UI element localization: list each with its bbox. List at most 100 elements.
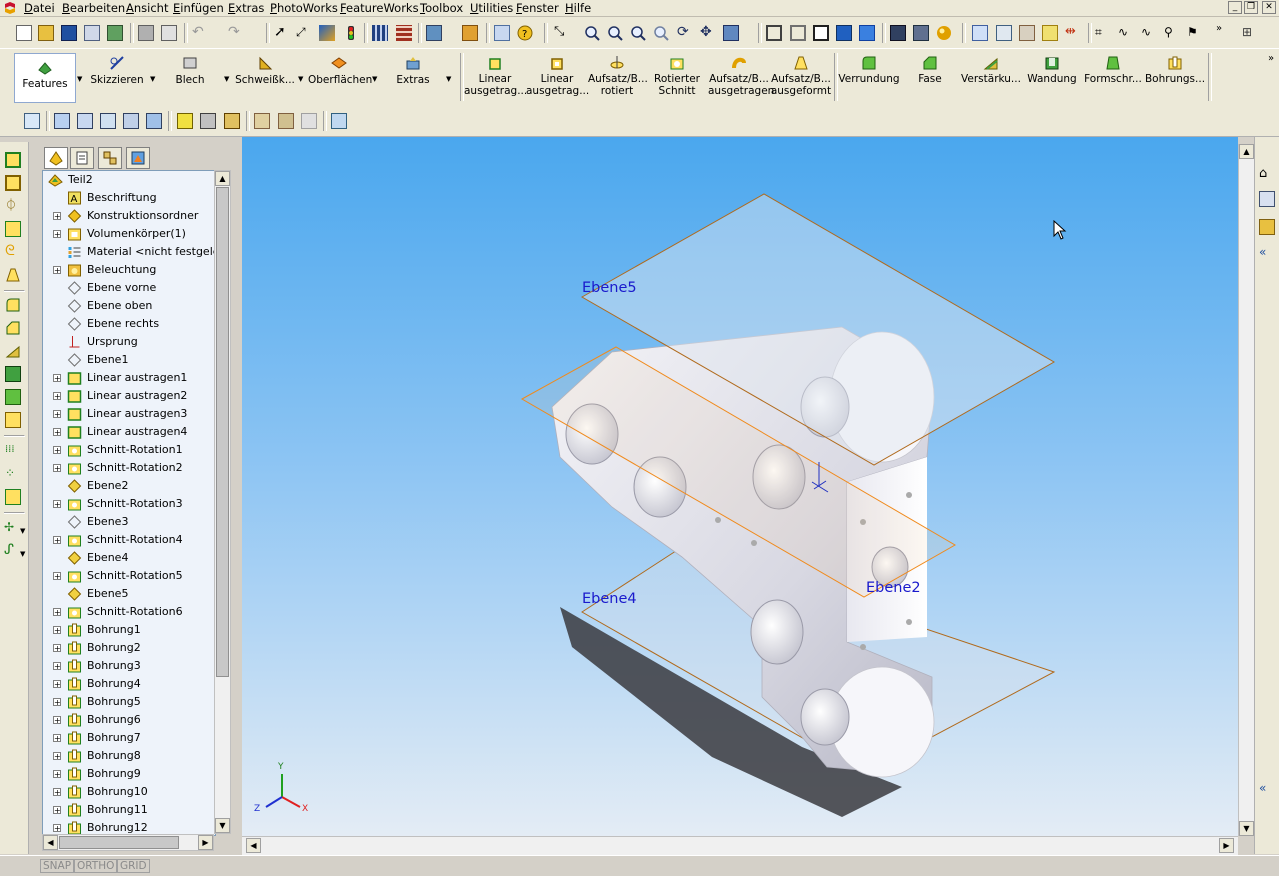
scroll-thumb[interactable] <box>59 836 179 849</box>
section-drawing-icon[interactable] <box>146 113 162 129</box>
chevron-down-icon[interactable]: ▼ <box>20 550 25 558</box>
expand-toggle-icon[interactable]: + <box>53 680 61 689</box>
menu-extras[interactable]: Extras <box>228 1 264 15</box>
chamfer-button[interactable]: Fase <box>902 55 958 85</box>
tab-skizzieren[interactable]: Skizzieren <box>88 55 146 86</box>
design-table-icon[interactable] <box>254 113 270 129</box>
scroll-right-button[interactable]: ▶ <box>198 835 213 850</box>
expand-toggle-icon[interactable]: + <box>53 464 61 473</box>
fillet-button[interactable]: Verrundung <box>838 55 900 85</box>
save-icon[interactable] <box>61 25 77 41</box>
chevron-down-icon[interactable]: ▼ <box>150 75 155 83</box>
menu-datei[interactable]: Datei <box>24 1 55 15</box>
tab-feature-tree[interactable] <box>44 147 68 169</box>
zoom-to-fit-icon[interactable] <box>584 25 600 41</box>
menu-photoworks[interactable]: PhotoWorks <box>270 1 338 15</box>
lofted-boss-button[interactable]: Aufsatz/B... ausgeformt <box>770 55 832 97</box>
expand-toggle-icon[interactable]: + <box>53 428 61 437</box>
traffic-light-icon[interactable] <box>343 25 359 41</box>
zoom-selection-icon[interactable] <box>653 25 669 41</box>
expand-toggle-icon[interactable]: + <box>53 266 61 275</box>
new-document-icon[interactable] <box>16 25 32 41</box>
select-filter-icon[interactable]: ⤢ <box>296 25 312 41</box>
extruded-cut-button[interactable]: Linear ausgetrag... <box>526 55 589 97</box>
realview-sphere-icon[interactable] <box>936 25 952 41</box>
list-view-icon[interactable] <box>494 25 510 41</box>
pan-icon[interactable]: ✥ <box>700 25 716 41</box>
shell-icon[interactable] <box>5 366 21 382</box>
options-icon[interactable] <box>426 25 442 41</box>
sweep-icon[interactable]: ᘓ <box>5 244 21 260</box>
revolve-cut-icon[interactable] <box>5 221 21 237</box>
tab-configuration-manager[interactable] <box>98 147 122 169</box>
tab-display-manager[interactable] <box>126 147 150 169</box>
align-icon[interactable]: ⇹ <box>1065 25 1081 41</box>
scroll-left-button[interactable]: ◀ <box>43 835 58 850</box>
view-orientation-icon[interactable] <box>972 25 988 41</box>
brick-pattern-icon[interactable] <box>396 25 412 41</box>
expand-toggle-icon[interactable]: + <box>53 770 61 779</box>
rib-button[interactable]: Verstärku... <box>960 55 1022 85</box>
minimize-button[interactable]: _ <box>1228 1 1242 14</box>
mate-icon[interactable]: ∿ <box>1118 25 1134 41</box>
hidden-lines-visible-icon[interactable] <box>790 25 806 41</box>
plane-label-ebene4[interactable]: Ebene4 <box>582 591 637 607</box>
extruded-cut-icon[interactable] <box>5 175 21 191</box>
shell-button[interactable]: Wandung <box>1024 55 1080 85</box>
draft-icon[interactable] <box>5 389 21 405</box>
check-box-icon[interactable] <box>1042 25 1058 41</box>
scroll-right-button[interactable]: ▶ <box>1219 838 1234 853</box>
zoom-area-icon[interactable] <box>607 25 623 41</box>
draft-button[interactable]: Formschr... <box>1082 55 1144 85</box>
collapse-pane-icon[interactable]: « <box>1259 781 1275 797</box>
chevron-down-icon[interactable]: ▼ <box>372 75 377 83</box>
chevron-down-icon[interactable]: ▼ <box>446 75 451 83</box>
grid-indicator[interactable]: GRID <box>117 859 150 873</box>
expand-toggle-icon[interactable]: + <box>53 644 61 653</box>
rotate-view-icon[interactable]: ⟳ <box>677 25 693 41</box>
expand-toggle-icon[interactable]: + <box>53 752 61 761</box>
scroll-up-button[interactable]: ▲ <box>215 171 230 186</box>
ortho-indicator[interactable]: ORTHO <box>74 859 118 873</box>
shadows-icon[interactable] <box>890 25 906 41</box>
configuration-icon[interactable] <box>278 113 294 129</box>
measure-icon[interactable]: ⌗ <box>1095 25 1111 41</box>
expand-toggle-icon[interactable]: + <box>53 212 61 221</box>
plane-label-ebene2[interactable]: Ebene2 <box>866 580 921 596</box>
menu-utilities[interactable]: Utilities <box>470 1 513 15</box>
rebuild-icon[interactable] <box>107 25 123 41</box>
fillet-icon[interactable] <box>5 297 21 313</box>
photoworks-icon[interactable] <box>462 25 478 41</box>
toolbar-overflow-icon[interactable]: » <box>1216 23 1222 34</box>
drawing-view-icon[interactable] <box>54 113 70 129</box>
revolved-boss-button[interactable]: Aufsatz/B... rotiert <box>588 55 648 97</box>
menu-einfuegen[interactable]: Einfügen <box>173 1 224 15</box>
expand-toggle-icon[interactable]: + <box>53 536 61 545</box>
extruded-boss-icon[interactable] <box>5 152 21 168</box>
scroll-up-button[interactable]: ▲ <box>1239 144 1254 159</box>
tab-schweisskonstruktion[interactable]: Schweißk... <box>234 55 296 86</box>
open-folder-icon[interactable] <box>38 25 54 41</box>
menu-toolbox[interactable]: Toolbox <box>420 1 463 15</box>
menu-ansicht[interactable]: Ansicht <box>126 1 168 15</box>
expand-toggle-icon[interactable]: + <box>53 716 61 725</box>
auxiliary-view-icon[interactable] <box>123 113 139 129</box>
properties-icon[interactable] <box>331 113 347 129</box>
restore-button[interactable]: ❐ <box>1244 1 1258 14</box>
revolved-cut-button[interactable]: Rotierter Schnitt <box>648 55 706 97</box>
expand-toggle-icon[interactable]: + <box>53 662 61 671</box>
tab-extras[interactable]: Extras <box>388 55 438 86</box>
model-viewport[interactable] <box>242 137 1238 854</box>
scroll-left-button[interactable]: ◀ <box>246 838 261 853</box>
file-explorer-icon[interactable] <box>1259 219 1275 235</box>
shaded-with-edges-icon[interactable] <box>836 25 852 41</box>
chevron-down-icon[interactable]: ▼ <box>20 527 25 535</box>
scroll-down-button[interactable]: ▼ <box>215 818 230 833</box>
scroll-down-button[interactable]: ▼ <box>1239 821 1254 836</box>
select-cursor-icon[interactable]: ➚ <box>274 25 290 41</box>
loft-icon[interactable] <box>5 267 21 283</box>
expand-toggle-icon[interactable]: + <box>53 572 61 581</box>
snap-indicator[interactable]: SNAP <box>40 859 75 873</box>
expand-toggle-icon[interactable]: + <box>53 608 61 617</box>
tolerance-icon[interactable]: ⚲ <box>1164 25 1180 41</box>
